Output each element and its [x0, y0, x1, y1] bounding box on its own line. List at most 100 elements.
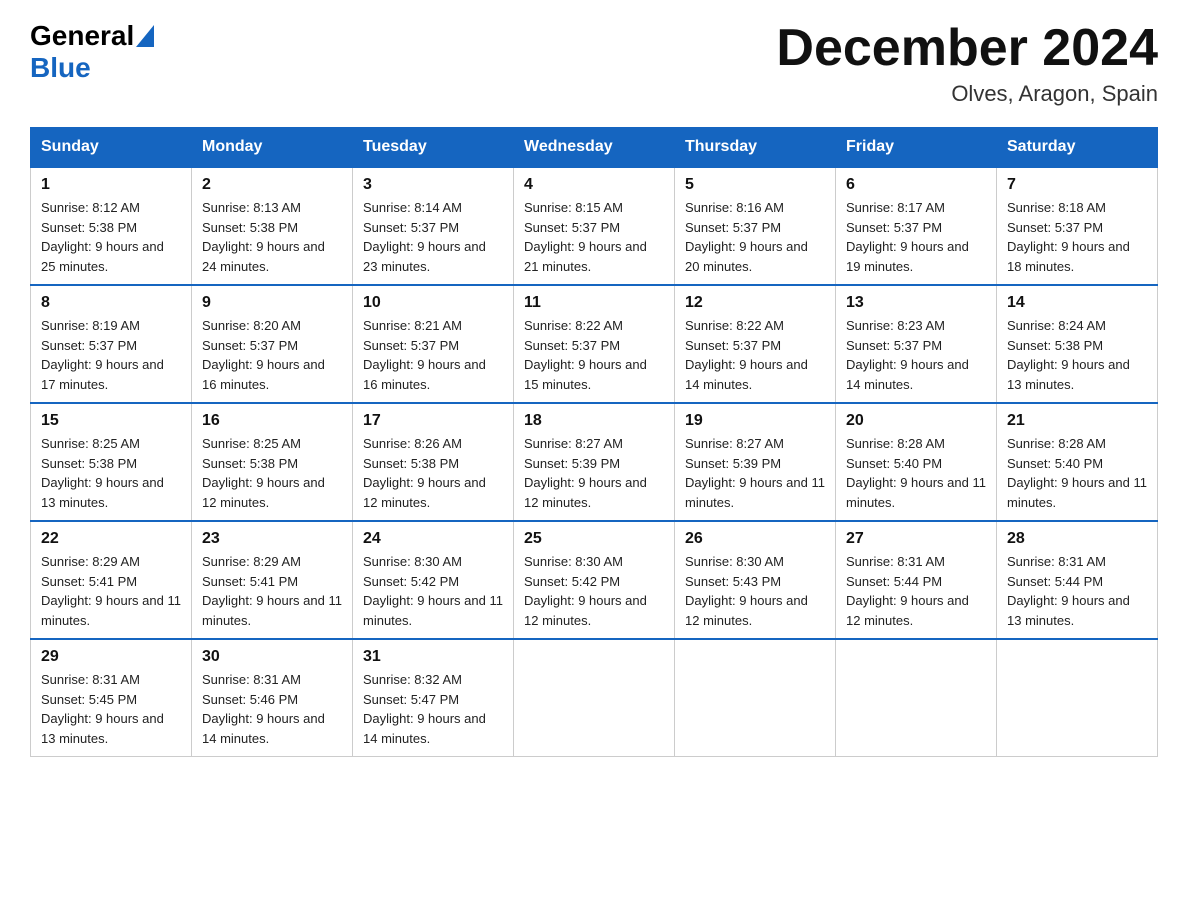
calendar-cell [997, 639, 1158, 757]
page-header: General Blue December 2024 Olves, Aragon… [30, 20, 1158, 107]
day-number: 3 [363, 176, 503, 194]
day-number: 31 [363, 648, 503, 666]
day-header-sunday: Sunday [31, 128, 192, 168]
day-info: Sunrise: 8:25 AMSunset: 5:38 PMDaylight:… [202, 434, 342, 512]
day-number: 1 [41, 176, 181, 194]
calendar-cell: 12 Sunrise: 8:22 AMSunset: 5:37 PMDaylig… [675, 285, 836, 403]
calendar-cell: 11 Sunrise: 8:22 AMSunset: 5:37 PMDaylig… [514, 285, 675, 403]
day-number: 30 [202, 648, 342, 666]
calendar-cell: 29 Sunrise: 8:31 AMSunset: 5:45 PMDaylig… [31, 639, 192, 757]
day-info: Sunrise: 8:15 AMSunset: 5:37 PMDaylight:… [524, 198, 664, 276]
day-info: Sunrise: 8:28 AMSunset: 5:40 PMDaylight:… [1007, 434, 1147, 512]
day-info: Sunrise: 8:12 AMSunset: 5:38 PMDaylight:… [41, 198, 181, 276]
day-info: Sunrise: 8:16 AMSunset: 5:37 PMDaylight:… [685, 198, 825, 276]
day-info: Sunrise: 8:28 AMSunset: 5:40 PMDaylight:… [846, 434, 986, 512]
calendar-cell: 21 Sunrise: 8:28 AMSunset: 5:40 PMDaylig… [997, 403, 1158, 521]
calendar-cell [675, 639, 836, 757]
day-number: 28 [1007, 530, 1147, 548]
day-info: Sunrise: 8:30 AMSunset: 5:42 PMDaylight:… [363, 552, 503, 630]
day-number: 26 [685, 530, 825, 548]
day-info: Sunrise: 8:29 AMSunset: 5:41 PMDaylight:… [41, 552, 181, 630]
calendar-week-row: 15 Sunrise: 8:25 AMSunset: 5:38 PMDaylig… [31, 403, 1158, 521]
day-info: Sunrise: 8:26 AMSunset: 5:38 PMDaylight:… [363, 434, 503, 512]
day-number: 12 [685, 294, 825, 312]
day-number: 11 [524, 294, 664, 312]
day-number: 16 [202, 412, 342, 430]
day-info: Sunrise: 8:31 AMSunset: 5:46 PMDaylight:… [202, 670, 342, 748]
calendar-cell: 17 Sunrise: 8:26 AMSunset: 5:38 PMDaylig… [353, 403, 514, 521]
day-info: Sunrise: 8:30 AMSunset: 5:42 PMDaylight:… [524, 552, 664, 630]
day-number: 8 [41, 294, 181, 312]
day-number: 7 [1007, 176, 1147, 194]
day-info: Sunrise: 8:13 AMSunset: 5:38 PMDaylight:… [202, 198, 342, 276]
calendar-header-row: SundayMondayTuesdayWednesdayThursdayFrid… [31, 128, 1158, 168]
day-info: Sunrise: 8:17 AMSunset: 5:37 PMDaylight:… [846, 198, 986, 276]
day-header-saturday: Saturday [997, 128, 1158, 168]
logo-blue-text: Blue [30, 52, 91, 84]
day-info: Sunrise: 8:22 AMSunset: 5:37 PMDaylight:… [524, 316, 664, 394]
calendar-table: SundayMondayTuesdayWednesdayThursdayFrid… [30, 127, 1158, 757]
calendar-cell: 13 Sunrise: 8:23 AMSunset: 5:37 PMDaylig… [836, 285, 997, 403]
day-info: Sunrise: 8:30 AMSunset: 5:43 PMDaylight:… [685, 552, 825, 630]
calendar-cell: 28 Sunrise: 8:31 AMSunset: 5:44 PMDaylig… [997, 521, 1158, 639]
calendar-cell: 1 Sunrise: 8:12 AMSunset: 5:38 PMDayligh… [31, 167, 192, 285]
day-info: Sunrise: 8:22 AMSunset: 5:37 PMDaylight:… [685, 316, 825, 394]
day-number: 17 [363, 412, 503, 430]
logo-general-text: General [30, 20, 134, 52]
calendar-cell: 15 Sunrise: 8:25 AMSunset: 5:38 PMDaylig… [31, 403, 192, 521]
calendar-cell: 9 Sunrise: 8:20 AMSunset: 5:37 PMDayligh… [192, 285, 353, 403]
calendar-week-row: 1 Sunrise: 8:12 AMSunset: 5:38 PMDayligh… [31, 167, 1158, 285]
day-info: Sunrise: 8:31 AMSunset: 5:44 PMDaylight:… [846, 552, 986, 630]
day-header-tuesday: Tuesday [353, 128, 514, 168]
calendar-cell: 6 Sunrise: 8:17 AMSunset: 5:37 PMDayligh… [836, 167, 997, 285]
day-number: 22 [41, 530, 181, 548]
calendar-cell: 3 Sunrise: 8:14 AMSunset: 5:37 PMDayligh… [353, 167, 514, 285]
day-info: Sunrise: 8:32 AMSunset: 5:47 PMDaylight:… [363, 670, 503, 748]
calendar-week-row: 22 Sunrise: 8:29 AMSunset: 5:41 PMDaylig… [31, 521, 1158, 639]
day-header-wednesday: Wednesday [514, 128, 675, 168]
day-number: 29 [41, 648, 181, 666]
calendar-week-row: 29 Sunrise: 8:31 AMSunset: 5:45 PMDaylig… [31, 639, 1158, 757]
day-info: Sunrise: 8:14 AMSunset: 5:37 PMDaylight:… [363, 198, 503, 276]
calendar-cell [836, 639, 997, 757]
calendar-cell: 24 Sunrise: 8:30 AMSunset: 5:42 PMDaylig… [353, 521, 514, 639]
calendar-cell: 4 Sunrise: 8:15 AMSunset: 5:37 PMDayligh… [514, 167, 675, 285]
day-number: 9 [202, 294, 342, 312]
day-header-friday: Friday [836, 128, 997, 168]
day-header-monday: Monday [192, 128, 353, 168]
day-info: Sunrise: 8:23 AMSunset: 5:37 PMDaylight:… [846, 316, 986, 394]
day-info: Sunrise: 8:27 AMSunset: 5:39 PMDaylight:… [685, 434, 825, 512]
calendar-cell: 19 Sunrise: 8:27 AMSunset: 5:39 PMDaylig… [675, 403, 836, 521]
day-number: 13 [846, 294, 986, 312]
calendar-cell: 30 Sunrise: 8:31 AMSunset: 5:46 PMDaylig… [192, 639, 353, 757]
day-number: 21 [1007, 412, 1147, 430]
calendar-cell: 31 Sunrise: 8:32 AMSunset: 5:47 PMDaylig… [353, 639, 514, 757]
day-info: Sunrise: 8:31 AMSunset: 5:44 PMDaylight:… [1007, 552, 1147, 630]
calendar-cell: 18 Sunrise: 8:27 AMSunset: 5:39 PMDaylig… [514, 403, 675, 521]
day-number: 24 [363, 530, 503, 548]
calendar-cell [514, 639, 675, 757]
day-number: 19 [685, 412, 825, 430]
calendar-cell: 16 Sunrise: 8:25 AMSunset: 5:38 PMDaylig… [192, 403, 353, 521]
calendar-cell: 2 Sunrise: 8:13 AMSunset: 5:38 PMDayligh… [192, 167, 353, 285]
calendar-cell: 5 Sunrise: 8:16 AMSunset: 5:37 PMDayligh… [675, 167, 836, 285]
day-number: 14 [1007, 294, 1147, 312]
title-block: December 2024 Olves, Aragon, Spain [776, 20, 1158, 107]
day-info: Sunrise: 8:27 AMSunset: 5:39 PMDaylight:… [524, 434, 664, 512]
calendar-cell: 23 Sunrise: 8:29 AMSunset: 5:41 PMDaylig… [192, 521, 353, 639]
month-title: December 2024 [776, 20, 1158, 77]
location-text: Olves, Aragon, Spain [776, 81, 1158, 107]
day-number: 18 [524, 412, 664, 430]
day-number: 15 [41, 412, 181, 430]
calendar-cell: 10 Sunrise: 8:21 AMSunset: 5:37 PMDaylig… [353, 285, 514, 403]
day-info: Sunrise: 8:21 AMSunset: 5:37 PMDaylight:… [363, 316, 503, 394]
day-info: Sunrise: 8:29 AMSunset: 5:41 PMDaylight:… [202, 552, 342, 630]
day-info: Sunrise: 8:24 AMSunset: 5:38 PMDaylight:… [1007, 316, 1147, 394]
logo-triangle-icon [136, 25, 154, 47]
calendar-cell: 22 Sunrise: 8:29 AMSunset: 5:41 PMDaylig… [31, 521, 192, 639]
day-number: 23 [202, 530, 342, 548]
day-info: Sunrise: 8:19 AMSunset: 5:37 PMDaylight:… [41, 316, 181, 394]
day-number: 27 [846, 530, 986, 548]
calendar-week-row: 8 Sunrise: 8:19 AMSunset: 5:37 PMDayligh… [31, 285, 1158, 403]
day-number: 4 [524, 176, 664, 194]
